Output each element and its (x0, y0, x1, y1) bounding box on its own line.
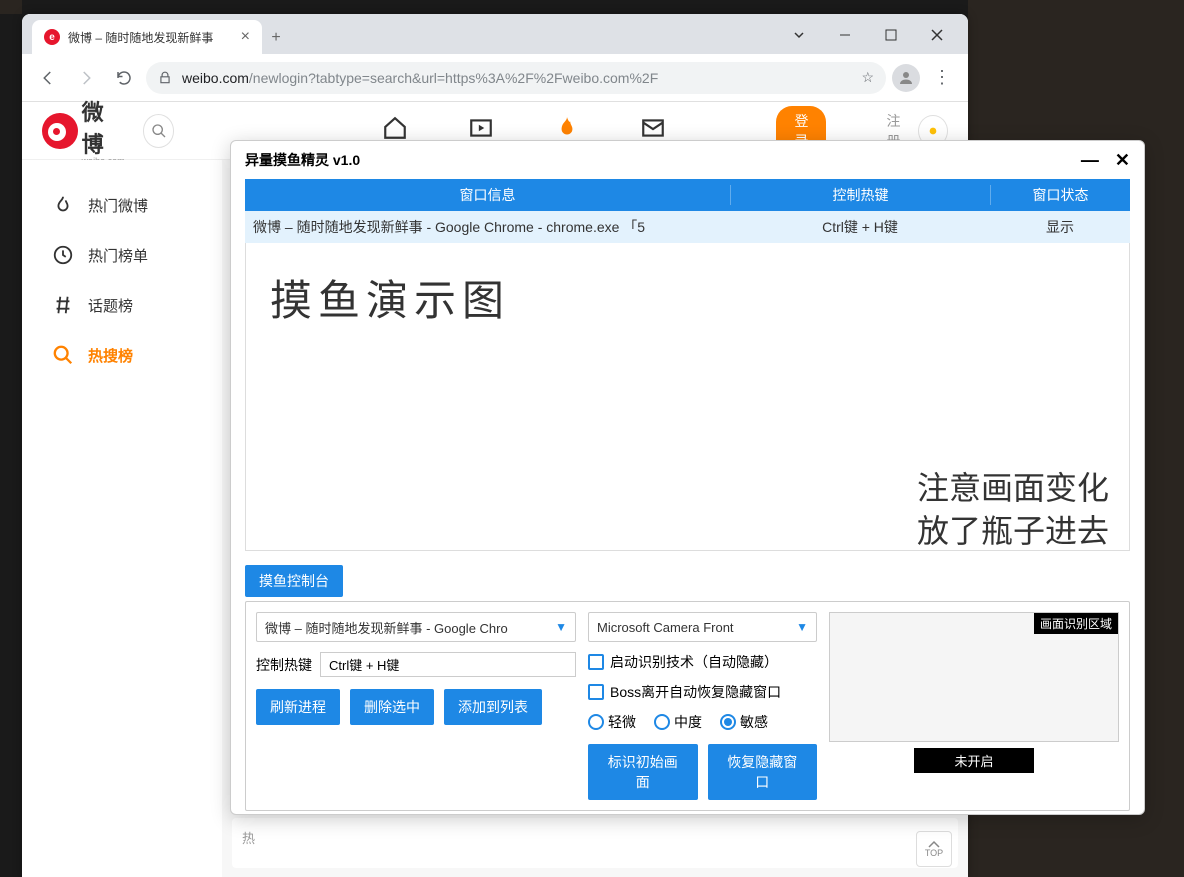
browser-titlebar: e 微博 – 随时随地发现新鲜事 × + (22, 14, 968, 54)
console-label: 摸鱼控制台 (245, 565, 343, 597)
demo-area: 摸鱼演示图 注意画面变化 放了瓶子进去 (245, 243, 1130, 551)
radio-light[interactable]: 轻微 (588, 712, 636, 732)
bookmark-icon[interactable]: ☆ (861, 69, 874, 86)
back-button[interactable] (32, 62, 64, 94)
camera-select[interactable]: Microsoft Camera Front ▼ (588, 612, 817, 642)
sidebar-item-hot-search[interactable]: 热搜榜 (22, 330, 222, 380)
sidebar-item-label: 热门微博 (88, 195, 148, 216)
close-icon[interactable]: ✕ (1115, 150, 1130, 171)
sidebar-item-label: 热门榜单 (88, 245, 148, 266)
profile-icon[interactable] (892, 64, 920, 92)
close-icon[interactable] (914, 20, 960, 50)
window-select[interactable]: 微博 – 随时随地发现新鲜事 - Google Chro ▼ (256, 612, 576, 642)
hotkey-input[interactable] (320, 652, 576, 677)
preview-label: 画面识别区域 (1034, 613, 1118, 634)
sidebar-item-hot-weibo[interactable]: 热门微博 (22, 180, 222, 230)
app-titlebar[interactable]: 异量摸鱼精灵 v1.0 — ✕ (231, 141, 1144, 179)
tab-close-icon[interactable]: × (241, 28, 250, 46)
url-text: weibo.com/newlogin?tabtype=search&url=ht… (182, 70, 851, 86)
logo-text: 微博 (82, 95, 125, 159)
lock-icon (158, 71, 172, 85)
forward-button[interactable] (70, 62, 102, 94)
chevron-down-icon: ▼ (796, 620, 808, 634)
radio-icon (588, 714, 604, 730)
minimize-icon[interactable] (822, 20, 868, 50)
weibo-logo-icon (42, 113, 78, 149)
detection-status: 未开启 (914, 748, 1034, 773)
th-status[interactable]: 窗口状态 (990, 185, 1130, 205)
address-bar[interactable]: weibo.com/newlogin?tabtype=search&url=ht… (146, 62, 886, 94)
reload-button[interactable] (108, 62, 140, 94)
mark-button[interactable]: 标识初始画面 (588, 744, 698, 800)
delete-button[interactable]: 删除选中 (350, 689, 434, 725)
tab-title: 微博 – 随时随地发现新鲜事 (68, 29, 213, 46)
weibo-favicon: e (44, 29, 60, 45)
sidebar-item-label: 热搜榜 (88, 345, 133, 366)
browser-tab[interactable]: e 微博 – 随时随地发现新鲜事 × (32, 20, 262, 54)
radio-icon (720, 714, 736, 730)
td-window-info: 微博 – 随时随地发现新鲜事 - Google Chrome - chrome.… (245, 217, 730, 237)
sidebar-item-topic[interactable]: 话题榜 (22, 280, 222, 330)
maximize-icon[interactable] (868, 20, 914, 50)
radio-icon (654, 714, 670, 730)
minimize-icon[interactable]: — (1081, 150, 1099, 171)
hotkey-label: 控制热键 (256, 655, 312, 675)
search-button[interactable] (143, 114, 174, 148)
demo-title: 摸鱼演示图 (270, 267, 1105, 328)
scroll-top-button[interactable]: TOP (916, 831, 952, 867)
demo-note-2: 放了瓶子进去 (917, 506, 1109, 552)
checkbox-boss-away[interactable]: Boss离开自动恢复隐藏窗口 (588, 682, 817, 702)
feed-item[interactable]: 热 (232, 818, 958, 868)
dropdown-icon[interactable] (776, 20, 822, 50)
sidebar-item-label: 话题榜 (88, 295, 133, 316)
td-hotkey: Ctrl键 + H键 (730, 217, 990, 237)
table-row[interactable]: 微博 – 随时随地发现新鲜事 - Google Chrome - chrome.… (245, 211, 1130, 243)
add-button[interactable]: 添加到列表 (444, 689, 542, 725)
refresh-button[interactable]: 刷新进程 (256, 689, 340, 725)
th-hotkey[interactable]: 控制热键 (730, 185, 990, 205)
new-tab-button[interactable]: + (262, 24, 290, 52)
preview-box: 画面识别区域 (829, 612, 1119, 742)
clock-icon (52, 244, 74, 266)
td-status: 显示 (990, 217, 1130, 237)
checkbox-auto-hide[interactable]: 启动识别技术（自动隐藏） (588, 652, 817, 672)
app-window: 异量摸鱼精灵 v1.0 — ✕ 窗口信息 控制热键 窗口状态 微博 – 随时随地… (230, 140, 1145, 815)
console-panel: 微博 – 随时随地发现新鲜事 - Google Chro ▼ 控制热键 刷新进程… (245, 601, 1130, 811)
checkbox-icon (588, 684, 604, 700)
hash-icon (52, 294, 74, 316)
app-title: 异量摸鱼精灵 v1.0 (245, 150, 360, 170)
demo-note-1: 注意画面变化 (917, 468, 1109, 510)
weibo-logo[interactable]: 微博 weibo.com (42, 95, 125, 166)
checkbox-icon (588, 654, 604, 670)
chevron-down-icon: ▼ (555, 620, 567, 634)
radio-medium[interactable]: 中度 (654, 712, 702, 732)
browser-toolbar: weibo.com/newlogin?tabtype=search&url=ht… (22, 54, 968, 102)
search-icon (52, 344, 74, 366)
sidebar-item-hot-list[interactable]: 热门榜单 (22, 230, 222, 280)
table-header: 窗口信息 控制热键 窗口状态 (245, 179, 1130, 211)
menu-icon[interactable]: ⋮ (926, 67, 958, 88)
fire-icon (52, 194, 74, 216)
restore-button[interactable]: 恢复隐藏窗口 (708, 744, 818, 800)
th-window-info[interactable]: 窗口信息 (245, 185, 730, 205)
chevron-up-icon (928, 840, 940, 848)
radio-sensitive[interactable]: 敏感 (720, 712, 768, 732)
weibo-sidebar: 热门微博 热门榜单 话题榜 热搜榜 (22, 160, 222, 877)
